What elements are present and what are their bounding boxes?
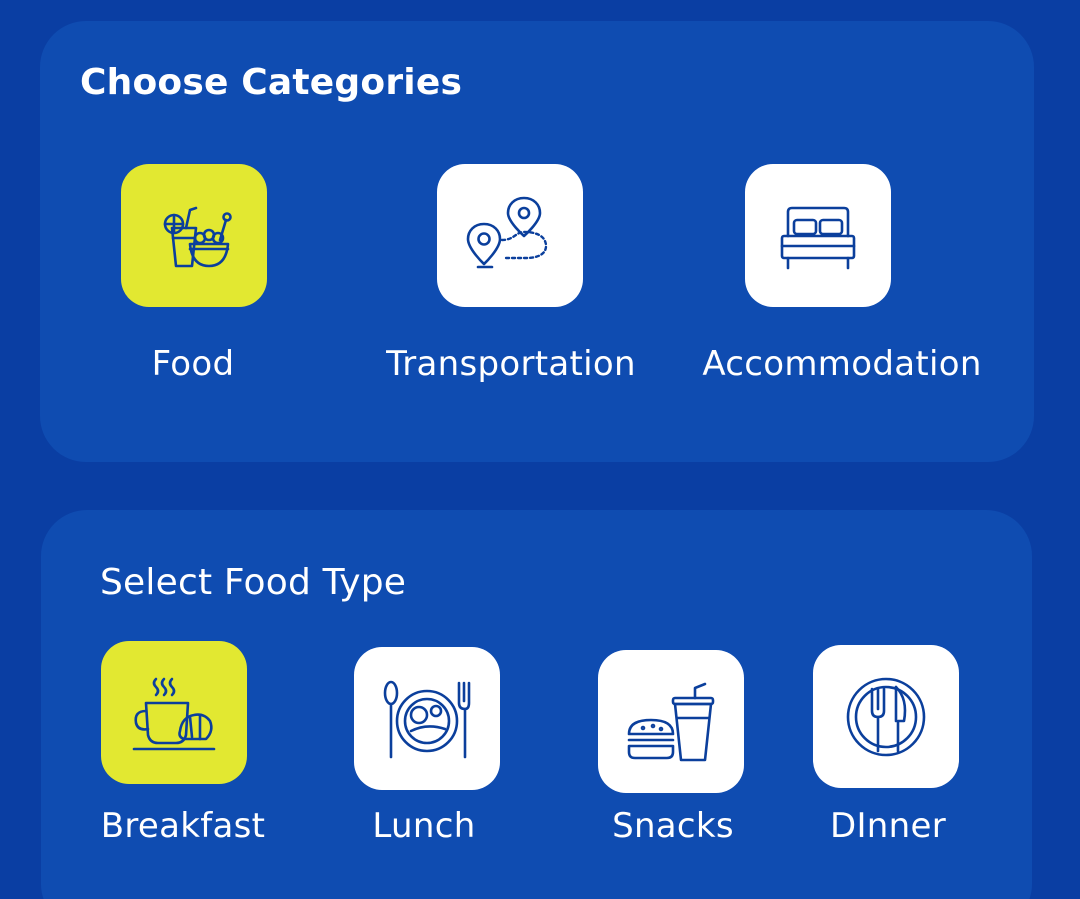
route-pins-icon	[466, 196, 548, 268]
food-type-breakfast-button[interactable]	[101, 641, 247, 784]
bed-icon	[780, 206, 856, 269]
category-food-label: Food	[151, 344, 235, 384]
food-type-title: Select Food Type	[100, 562, 407, 603]
categories-title: Choose Categories	[80, 62, 463, 103]
category-transportation-button[interactable]	[437, 164, 583, 307]
food-type-dinner-button[interactable]	[813, 645, 959, 788]
food-type-snacks-button[interactable]	[598, 650, 744, 793]
page: Choose Categories Food Transportation Ac…	[0, 0, 1080, 899]
coffee-croissant-icon	[132, 677, 216, 750]
dinner-plate-icon	[846, 677, 926, 756]
plate-cutlery-icon	[383, 680, 471, 758]
food-type-dinner-label: DInner	[829, 806, 947, 846]
burger-drink-icon	[627, 682, 715, 761]
category-food-button[interactable]	[121, 164, 267, 307]
food-type-lunch-label: Lunch	[372, 806, 476, 846]
category-transportation-label: Transportation	[386, 344, 636, 384]
category-accommodation-button[interactable]	[745, 164, 891, 307]
food-type-lunch-button[interactable]	[354, 647, 500, 790]
category-accommodation-label: Accommodation	[702, 344, 982, 384]
food-type-breakfast-label: Breakfast	[100, 806, 266, 846]
food-type-snacks-label: Snacks	[612, 806, 734, 846]
food-drink-icon	[163, 206, 232, 267]
